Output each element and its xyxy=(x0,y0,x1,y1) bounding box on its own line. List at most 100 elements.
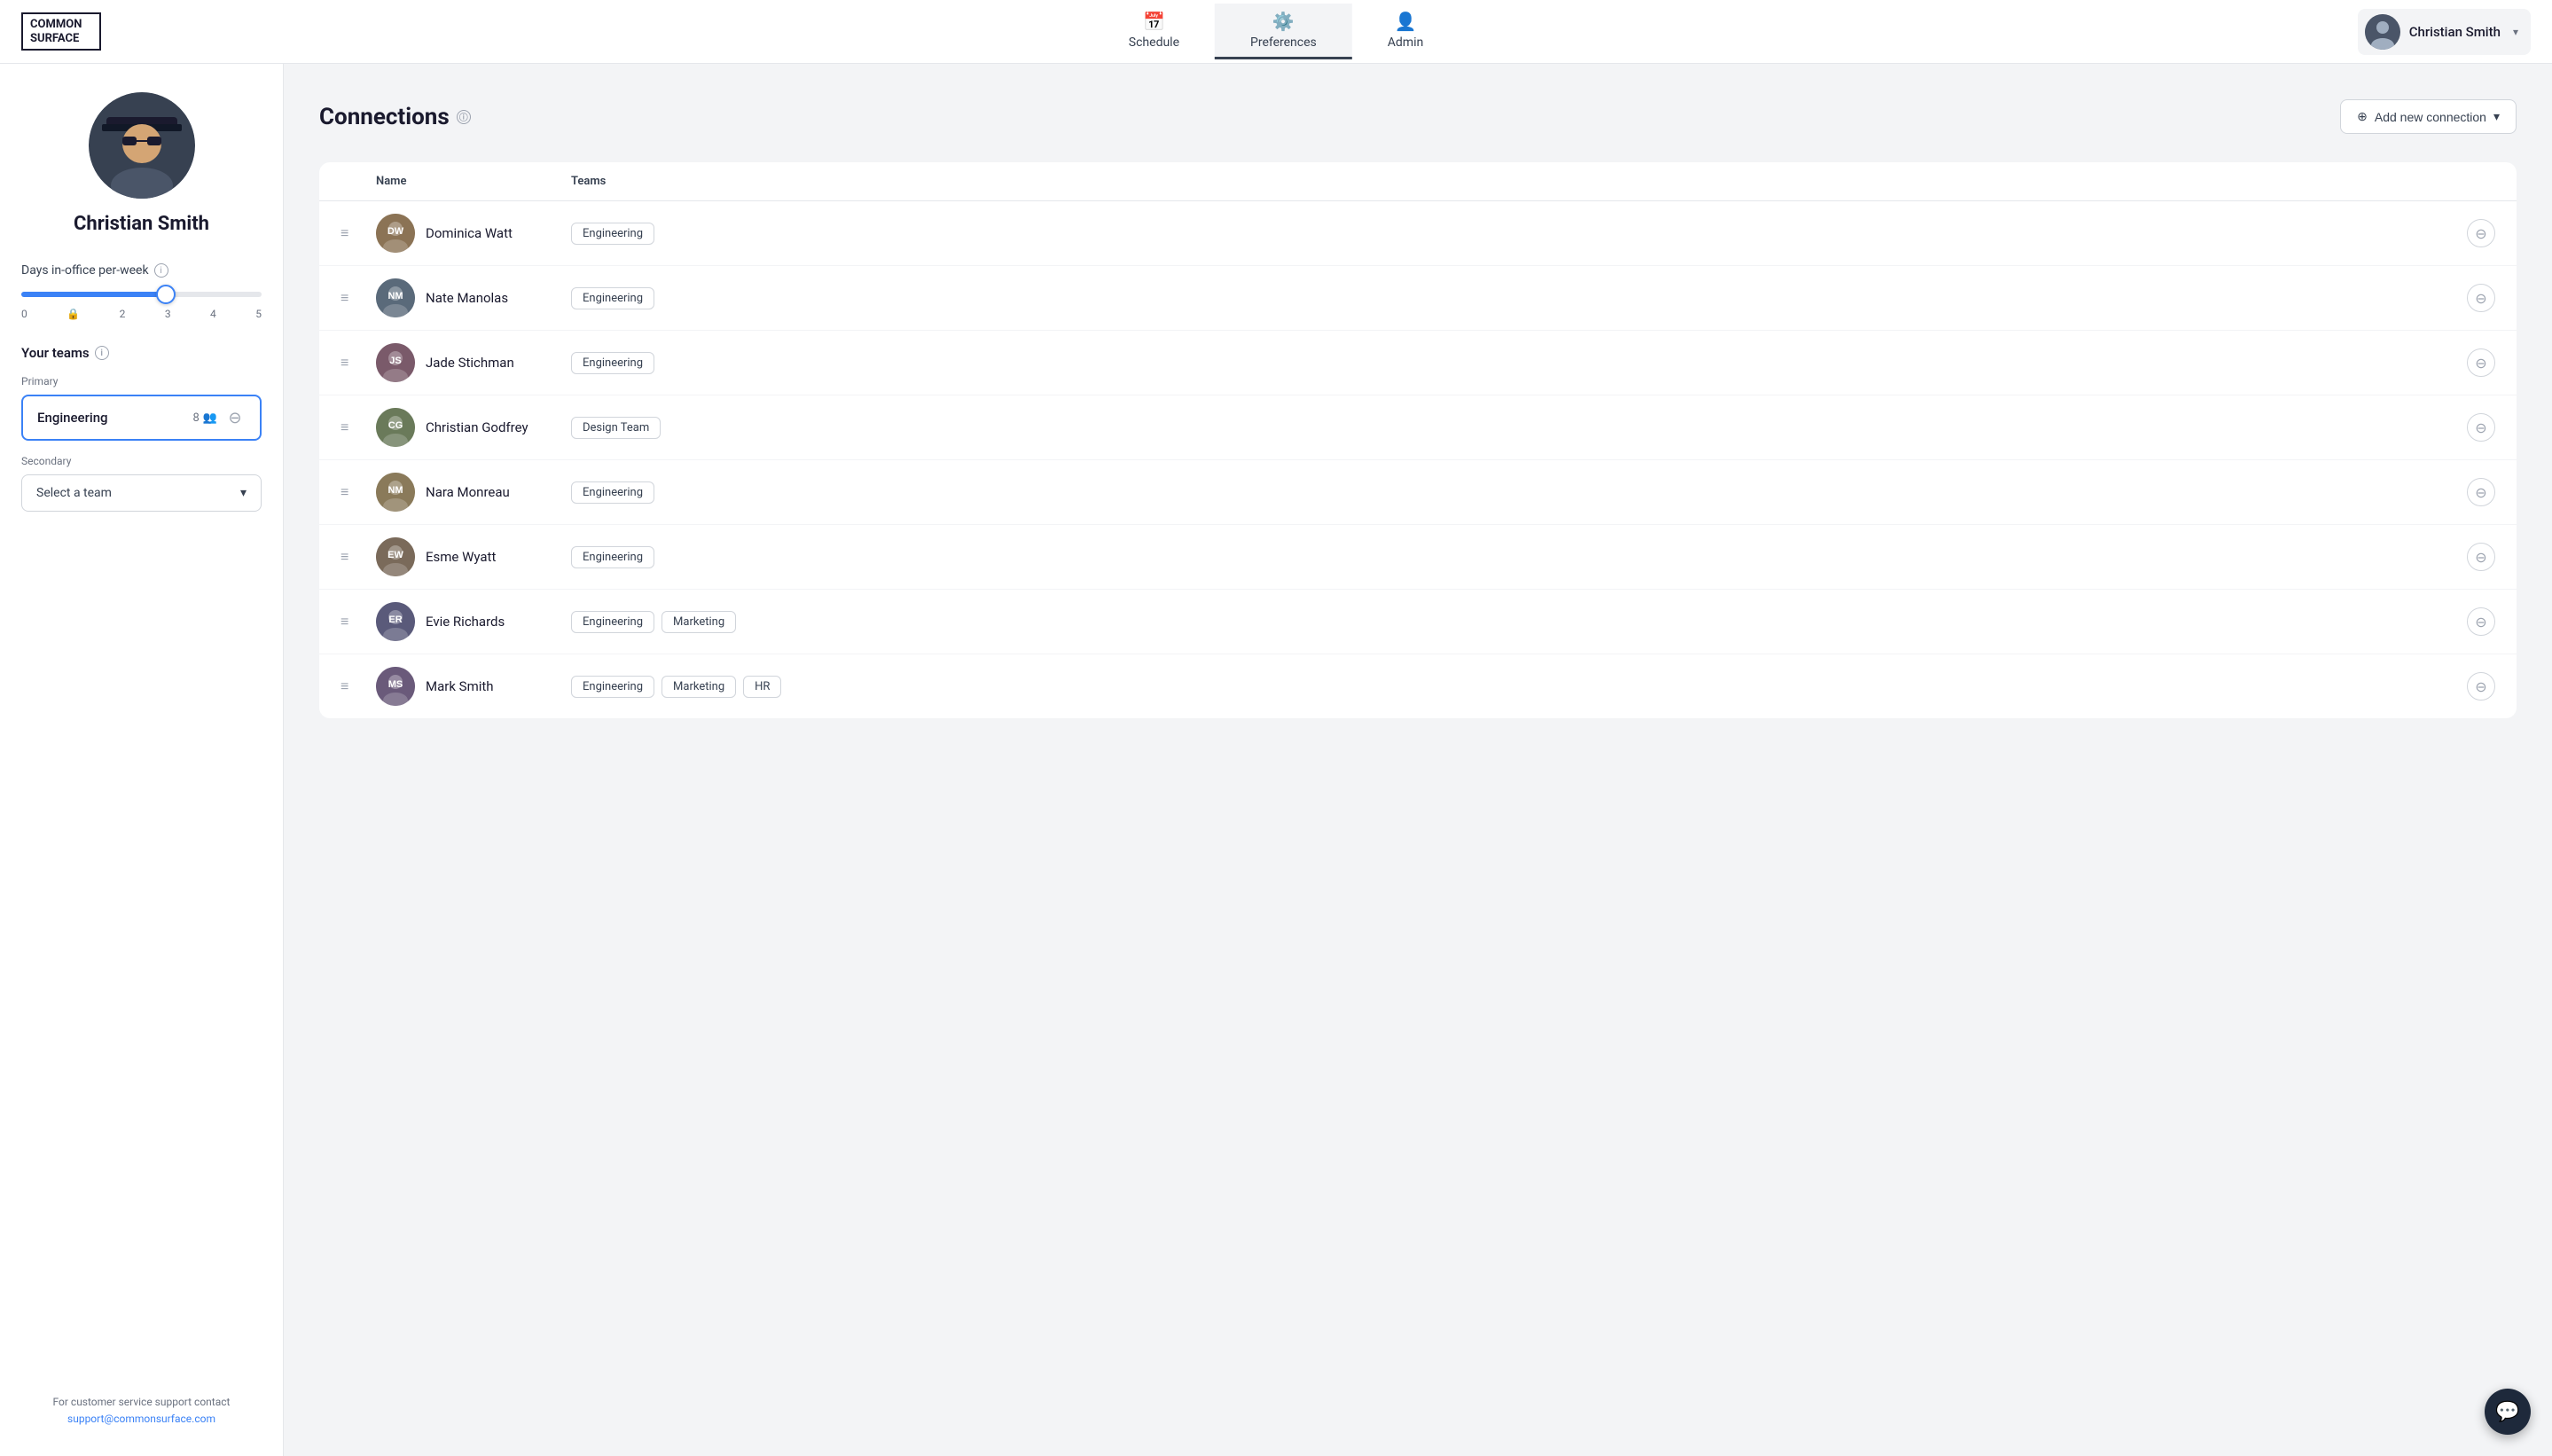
drag-handle[interactable]: ≡ xyxy=(341,613,376,630)
nav-preferences[interactable]: ⚙️ Preferences xyxy=(1215,4,1352,59)
person-avatar-svg: EW xyxy=(376,537,415,576)
primary-team-box: Engineering 8 👥 ⊖ xyxy=(21,395,262,441)
team-tag: Engineering xyxy=(571,352,654,374)
svg-text:DW: DW xyxy=(387,226,404,237)
person-avatar: DW xyxy=(376,214,415,253)
team-members-count: 8 xyxy=(193,411,200,425)
team-tag: Marketing xyxy=(661,611,736,633)
remove-btn: ⊖ xyxy=(2451,284,2495,312)
person-name: Christian Godfrey xyxy=(426,419,528,435)
table-row: ≡ MS Mark Smith EngineeringMarketingHR ⊖ xyxy=(319,654,2517,718)
add-connection-chevron: ▾ xyxy=(2493,109,2500,124)
remove-primary-team-button[interactable]: ⊖ xyxy=(224,407,246,428)
remove-connection-button[interactable]: ⊖ xyxy=(2467,478,2495,506)
profile-section: Christian Smith xyxy=(21,92,262,235)
person-avatar: MS xyxy=(376,667,415,706)
drag-handle[interactable]: ≡ xyxy=(341,483,376,501)
table-row: ≡ JS Jade Stichman Engineering ⊖ xyxy=(319,331,2517,395)
connections-header: Connections ⓘ ⊕ Add new connection ▾ xyxy=(319,99,2517,134)
person-cell: MS Mark Smith xyxy=(376,667,571,706)
drag-handle[interactable]: ≡ xyxy=(341,419,376,436)
teams-info-icon[interactable]: i xyxy=(95,346,109,360)
logo-line2: SURFACE xyxy=(30,32,82,46)
table-row: ≡ CG Christian Godfrey Design Team ⊖ xyxy=(319,395,2517,460)
person-name: Jade Stichman xyxy=(426,355,514,371)
slider-label-2: 2 xyxy=(120,308,126,320)
connections-title-text: Connections xyxy=(319,104,450,130)
slider-track xyxy=(21,292,262,297)
teams-cell: Design Team xyxy=(571,417,2451,439)
drag-handle[interactable]: ≡ xyxy=(341,289,376,307)
sidebar: Christian Smith Days in-office per-week … xyxy=(0,64,284,1456)
user-menu[interactable]: Christian Smith ▾ xyxy=(2358,9,2531,55)
nav-admin[interactable]: 👤 Admin xyxy=(1352,4,1459,59)
table-header: Name Teams xyxy=(319,162,2517,201)
secondary-team-select[interactable]: Select a team ▾ xyxy=(21,474,262,512)
person-avatar-svg: CG xyxy=(376,408,415,447)
team-tag: Engineering xyxy=(571,223,654,245)
support-email-link[interactable]: support@commonsurface.com xyxy=(67,1413,215,1425)
team-members-icon: 👥 xyxy=(203,411,217,425)
support-text: For customer service support contact sup… xyxy=(21,1394,262,1428)
drag-col-header xyxy=(341,175,376,188)
days-label: Days in-office per-week i xyxy=(21,263,262,278)
remove-connection-button[interactable]: ⊖ xyxy=(2467,219,2495,247)
chat-icon: 💬 xyxy=(2495,1401,2519,1423)
slider-labels: 0 🔒 2 3 4 5 xyxy=(21,308,262,320)
connections-title: Connections ⓘ xyxy=(319,104,471,130)
name-col-header: Name xyxy=(376,175,571,188)
drag-handle[interactable]: ≡ xyxy=(341,224,376,242)
remove-connection-button[interactable]: ⊖ xyxy=(2467,607,2495,636)
nav-schedule[interactable]: 📅 Schedule xyxy=(1093,4,1215,59)
drag-handle[interactable]: ≡ xyxy=(341,677,376,695)
remove-connection-button[interactable]: ⊖ xyxy=(2467,543,2495,571)
slider-label-3: 3 xyxy=(165,308,171,320)
teams-col-header: Teams xyxy=(571,175,2451,188)
person-cell: ER Evie Richards xyxy=(376,602,571,641)
remove-connection-button[interactable]: ⊖ xyxy=(2467,413,2495,442)
remove-connection-button[interactable]: ⊖ xyxy=(2467,284,2495,312)
header-user-avatar xyxy=(2365,14,2400,50)
team-tag: Marketing xyxy=(661,676,736,698)
teams-cell: Engineering xyxy=(571,546,2451,568)
admin-icon: 👤 xyxy=(1395,11,1417,32)
lock-icon: 🔒 xyxy=(67,308,80,320)
secondary-team-chevron: ▾ xyxy=(240,486,247,500)
nav-admin-label: Admin xyxy=(1388,35,1423,50)
slider-label-lock: 🔒 xyxy=(67,308,80,320)
remove-btn: ⊖ xyxy=(2451,348,2495,377)
slider-label-0: 0 xyxy=(21,308,27,320)
person-name: Mark Smith xyxy=(426,678,494,694)
table-row: ≡ NM Nate Manolas Engineering ⊖ xyxy=(319,266,2517,331)
teams-cell: Engineering xyxy=(571,287,2451,309)
add-icon: ⊕ xyxy=(2357,109,2368,124)
header-chevron-icon: ▾ xyxy=(2513,26,2518,38)
person-avatar: CG xyxy=(376,408,415,447)
team-tag: Engineering xyxy=(571,481,654,504)
connections-info-icon[interactable]: ⓘ xyxy=(457,110,471,124)
remove-connection-button[interactable]: ⊖ xyxy=(2467,348,2495,377)
person-avatar-svg: JS xyxy=(376,343,415,382)
logo[interactable]: COMMON SURFACE xyxy=(21,12,101,51)
days-info-icon[interactable]: i xyxy=(154,263,168,278)
person-avatar: EW xyxy=(376,537,415,576)
days-section: Days in-office per-week i 0 🔒 2 3 4 5 xyxy=(21,263,262,320)
add-connection-button[interactable]: ⊕ Add new connection ▾ xyxy=(2340,99,2517,134)
person-avatar-svg: MS xyxy=(376,667,415,706)
team-tag: Engineering xyxy=(571,546,654,568)
remove-btn: ⊖ xyxy=(2451,543,2495,571)
team-members-badge: 8 👥 xyxy=(193,411,218,425)
slider-thumb[interactable] xyxy=(156,285,176,304)
remove-btn: ⊖ xyxy=(2451,607,2495,636)
main-content: Connections ⓘ ⊕ Add new connection ▾ Nam… xyxy=(284,64,2552,1456)
profile-name: Christian Smith xyxy=(74,213,209,235)
remove-btn: ⊖ xyxy=(2451,672,2495,701)
remove-connection-button[interactable]: ⊖ xyxy=(2467,672,2495,701)
table-row: ≡ DW Dominica Watt Engineering ⊖ xyxy=(319,201,2517,266)
drag-handle[interactable]: ≡ xyxy=(341,354,376,372)
person-avatar-svg: DW xyxy=(376,214,415,253)
drag-handle[interactable]: ≡ xyxy=(341,548,376,566)
chat-bubble[interactable]: 💬 xyxy=(2485,1389,2531,1435)
header: COMMON SURFACE 📅 Schedule ⚙️ Preferences… xyxy=(0,0,2552,64)
team-tag: Engineering xyxy=(571,676,654,698)
